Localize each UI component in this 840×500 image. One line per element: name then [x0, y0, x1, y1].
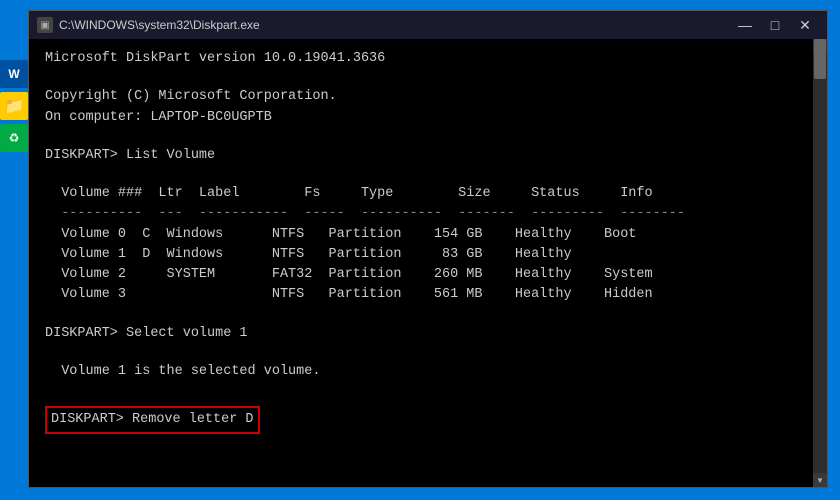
remove-cmd-container: DISKPART> Remove letter D [45, 400, 797, 434]
scrollbar-down[interactable]: ▼ [813, 473, 827, 487]
title-bar-controls: — □ ✕ [731, 15, 819, 35]
spacer6 [45, 382, 797, 400]
window-icon: ▣ [37, 17, 53, 33]
volume-row: Volume 3 NTFS Partition 561 MB Healthy H… [45, 285, 797, 305]
spacer5 [45, 344, 797, 362]
taskbar-icon-folder[interactable]: 📁 [0, 92, 28, 120]
line-computer: On computer: LAPTOP-BC0UGPTB [45, 108, 797, 128]
taskbar-left: W 📁 ♻ [0, 60, 28, 152]
scrollbar-thumb[interactable] [814, 39, 826, 79]
spacer1 [45, 69, 797, 87]
line-copyright: Copyright (C) Microsoft Corporation. [45, 87, 797, 107]
volume-table: Volume 0 C Windows NTFS Partition 154 GB… [45, 225, 797, 306]
desktop: W 📁 ♻ ▣ C:\WINDOWS\system32\Diskpart.exe… [0, 0, 840, 500]
taskbar-icon-word[interactable]: W [0, 60, 28, 88]
volume-row: Volume 2 SYSTEM FAT32 Partition 260 MB H… [45, 265, 797, 285]
terminal[interactable]: Microsoft DiskPart version 10.0.19041.36… [29, 39, 813, 487]
maximize-button[interactable]: □ [761, 15, 789, 35]
remove-cmd: DISKPART> Remove letter D [45, 406, 260, 434]
spacer9 [45, 470, 797, 487]
scrollbar[interactable]: ▲ ▼ [813, 39, 827, 487]
volume-row: Volume 0 C Windows NTFS Partition 154 GB… [45, 225, 797, 245]
spacer3 [45, 166, 797, 184]
volume-row: Volume 1 D Windows NTFS Partition 83 GB … [45, 245, 797, 265]
window-body: Microsoft DiskPart version 10.0.19041.36… [29, 39, 827, 487]
close-button[interactable]: ✕ [791, 15, 819, 35]
table-sep: ---------- --- ----------- ----- -------… [45, 204, 797, 224]
spacer4 [45, 306, 797, 324]
spacer2 [45, 128, 797, 146]
window-title: C:\WINDOWS\system32\Diskpart.exe [59, 18, 731, 32]
select-msg: Volume 1 is the selected volume. [45, 362, 797, 382]
spacer7 [45, 434, 797, 452]
taskbar-icon-recycle[interactable]: ♻ [0, 124, 28, 152]
select-cmd: DISKPART> Select volume 1 [45, 324, 797, 344]
table-header: Volume ### Ltr Label Fs Type Size Status… [45, 184, 797, 204]
spacer8 [45, 452, 797, 470]
list-volume-cmd: DISKPART> List Volume [45, 146, 797, 166]
diskpart-window: ▣ C:\WINDOWS\system32\Diskpart.exe — □ ✕… [28, 10, 828, 488]
minimize-button[interactable]: — [731, 15, 759, 35]
line-version: Microsoft DiskPart version 10.0.19041.36… [45, 49, 797, 69]
title-bar: ▣ C:\WINDOWS\system32\Diskpart.exe — □ ✕ [29, 11, 827, 39]
